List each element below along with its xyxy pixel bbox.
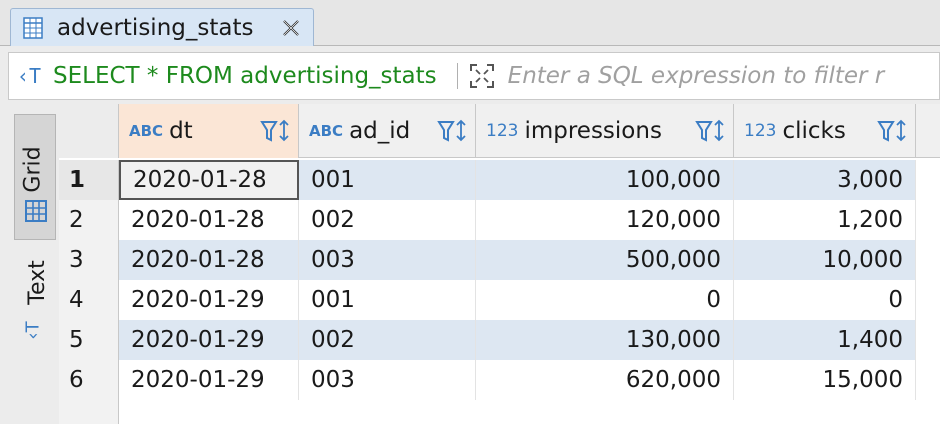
row-number[interactable]: 6 <box>59 360 119 400</box>
tab-advertising-stats[interactable]: advertising_stats <box>10 8 314 46</box>
cell-clicks[interactable]: 1,400 <box>734 320 916 360</box>
row-number-header <box>59 104 119 158</box>
tab-title: advertising_stats <box>57 14 254 41</box>
text-type-icon: ABC <box>309 122 344 140</box>
empty-row <box>59 400 940 424</box>
column-header-ad-id[interactable]: ABC ad_id <box>299 104 476 158</box>
cell-impressions[interactable]: 120,000 <box>476 200 734 240</box>
row-number[interactable]: 5 <box>59 320 119 360</box>
cell-clicks[interactable]: 1,200 <box>734 200 916 240</box>
text-view-icon: ‹T <box>22 321 44 340</box>
table-icon <box>23 16 43 39</box>
column-header-dt[interactable]: ABC dt <box>119 104 299 158</box>
cell-dt[interactable]: 2020-01-28 <box>119 240 299 280</box>
editor-tab-bar: advertising_stats <box>0 0 940 46</box>
row-number[interactable]: 3 <box>59 240 119 280</box>
cell-ad-id[interactable]: 002 <box>299 200 476 240</box>
filter-sort-icon[interactable] <box>695 119 727 143</box>
cell-clicks[interactable]: 15,000 <box>734 360 916 400</box>
filter-sort-icon[interactable] <box>877 119 909 143</box>
expand-icon[interactable] <box>468 62 496 90</box>
column-name: ad_id <box>349 118 411 144</box>
cell-impressions[interactable]: 100,000 <box>476 160 734 200</box>
text-tab-label: Text <box>24 260 50 305</box>
cell-impressions[interactable]: 130,000 <box>476 320 734 360</box>
cell-dt[interactable]: 2020-01-29 <box>119 360 299 400</box>
filter-sort-icon[interactable] <box>437 119 469 143</box>
table-row[interactable]: 2 2020-01-28 002 120,000 1,200 <box>59 200 940 240</box>
text-type-icon: ABC <box>129 122 164 140</box>
cell-impressions[interactable]: 500,000 <box>476 240 734 280</box>
filter-input[interactable] <box>507 63 908 89</box>
column-name: impressions <box>524 118 662 144</box>
row-number[interactable]: 1 <box>59 160 119 200</box>
table-row[interactable]: 5 2020-01-29 002 130,000 1,400 <box>59 320 940 360</box>
grid-header: ABC dt ABC ad_id 123 impressions 123 cli… <box>59 104 940 158</box>
sql-query-icon[interactable]: ‹T <box>17 64 53 88</box>
column-name: dt <box>169 118 193 144</box>
table-row[interactable]: 3 2020-01-28 003 500,000 10,000 <box>59 240 940 280</box>
cell-impressions[interactable]: 620,000 <box>476 360 734 400</box>
row-number-empty <box>59 400 119 424</box>
filter-sort-icon[interactable] <box>260 119 292 143</box>
column-name: clicks <box>782 118 846 144</box>
cell-dt[interactable]: 2020-01-29 <box>119 280 299 320</box>
cell-impressions[interactable]: 0 <box>476 280 734 320</box>
grid-icon <box>25 200 47 222</box>
column-header-impressions[interactable]: 123 impressions <box>476 104 734 158</box>
row-number[interactable]: 4 <box>59 280 119 320</box>
table-row[interactable]: 6 2020-01-29 003 620,000 15,000 <box>59 360 940 400</box>
column-header-clicks[interactable]: 123 clicks <box>734 104 916 158</box>
cell-clicks[interactable]: 0 <box>734 280 916 320</box>
grid-tab-label: Grid <box>20 146 46 193</box>
tab-text[interactable]: Text ‹T <box>14 250 56 370</box>
cell-ad-id[interactable]: 003 <box>299 360 476 400</box>
table-row[interactable]: 4 2020-01-29 001 0 0 <box>59 280 940 320</box>
cell-ad-id[interactable]: 001 <box>299 280 476 320</box>
number-type-icon: 123 <box>486 121 519 141</box>
cell-clicks[interactable]: 3,000 <box>734 160 916 200</box>
tab-grid[interactable]: Grid <box>14 114 56 240</box>
cell-dt[interactable]: 2020-01-28 <box>119 160 299 200</box>
cell-ad-id[interactable]: 001 <box>299 160 476 200</box>
filter-bar: ‹T SELECT * FROM advertising_stats <box>8 52 940 100</box>
view-switcher: Grid Text ‹T <box>14 104 56 424</box>
separator <box>456 63 458 89</box>
cell-dt[interactable]: 2020-01-28 <box>119 200 299 240</box>
cell-clicks[interactable]: 10,000 <box>734 240 916 280</box>
table-row[interactable]: 1 2020-01-28 001 100,000 3,000 <box>59 160 940 200</box>
cell-ad-id[interactable]: 002 <box>299 320 476 360</box>
row-number[interactable]: 2 <box>59 200 119 240</box>
number-type-icon: 123 <box>744 121 777 141</box>
results-grid: ABC dt ABC ad_id 123 impressions 123 cli… <box>59 104 940 424</box>
cell-dt[interactable]: 2020-01-29 <box>119 320 299 360</box>
cell-ad-id[interactable]: 003 <box>299 240 476 280</box>
sql-query-text[interactable]: SELECT * FROM advertising_stats <box>53 63 437 89</box>
close-icon[interactable] <box>281 18 301 38</box>
